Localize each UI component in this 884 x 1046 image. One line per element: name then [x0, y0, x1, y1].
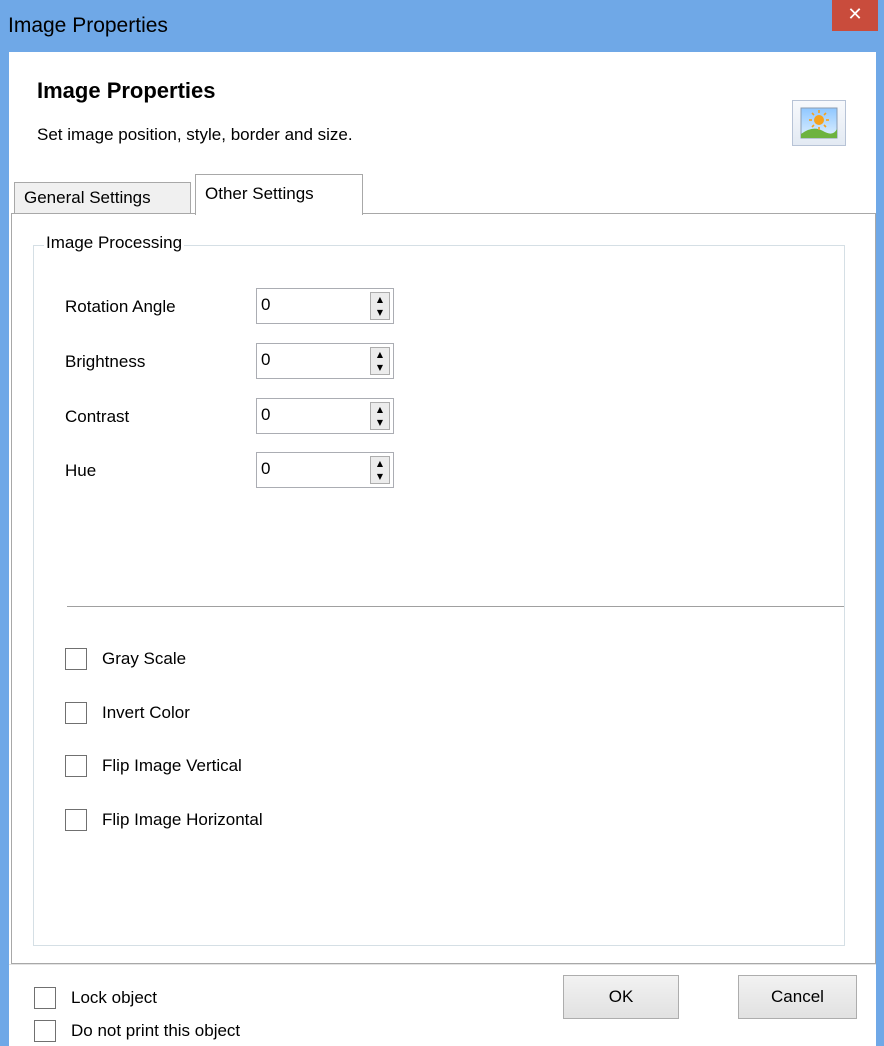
section-divider — [67, 606, 844, 607]
contrast-spinner: ▲ ▼ — [256, 398, 394, 434]
lock-object-checkbox[interactable] — [34, 987, 56, 1009]
close-icon: ✕ — [847, 4, 863, 25]
invert-color-checkbox[interactable] — [65, 702, 87, 724]
spin-down-icon[interactable]: ▼ — [371, 470, 389, 483]
contrast-input[interactable] — [261, 405, 361, 425]
tab-general-settings[interactable]: General Settings — [14, 182, 191, 214]
spinner-buttons: ▲ ▼ — [370, 456, 390, 484]
footer-separator — [9, 964, 876, 965]
spin-up-icon[interactable]: ▲ — [371, 403, 389, 416]
window-frame-left — [0, 52, 9, 1046]
rotation-angle-spinner: ▲ ▼ — [256, 288, 394, 324]
flip-horizontal-checkbox[interactable] — [65, 809, 87, 831]
picture-icon — [792, 100, 846, 146]
spin-down-icon[interactable]: ▼ — [371, 306, 389, 319]
close-button[interactable]: ✕ — [832, 0, 878, 31]
brightness-label: Brightness — [65, 352, 146, 371]
spin-up-icon[interactable]: ▲ — [371, 293, 389, 306]
do-not-print-label: Do not print this object — [71, 1021, 241, 1040]
other-settings-panel: Image Processing Rotation Angle ▲ ▼ Brig… — [11, 213, 876, 964]
spinner-buttons: ▲ ▼ — [370, 347, 390, 375]
title-bar[interactable]: Image Properties ✕ — [0, 0, 884, 52]
spin-down-icon[interactable]: ▼ — [371, 416, 389, 429]
rotation-angle-label: Rotation Angle — [65, 297, 176, 316]
spin-up-icon[interactable]: ▲ — [371, 457, 389, 470]
lock-object-label: Lock object — [71, 988, 157, 1007]
tab-strip: General Settings Other Settings — [9, 172, 876, 215]
window-frame-right — [876, 52, 884, 1046]
spin-up-icon[interactable]: ▲ — [371, 348, 389, 361]
rotation-angle-input[interactable] — [261, 295, 361, 315]
spin-down-icon[interactable]: ▼ — [371, 361, 389, 374]
hue-spinner: ▲ ▼ — [256, 452, 394, 488]
header-title: Image Properties — [37, 78, 216, 103]
hue-input[interactable] — [261, 459, 361, 479]
spinner-buttons: ▲ ▼ — [370, 292, 390, 320]
flip-vertical-label: Flip Image Vertical — [102, 756, 242, 775]
gray-scale-label: Gray Scale — [102, 649, 187, 668]
contrast-label: Contrast — [65, 407, 130, 426]
group-legend: Image Processing — [44, 233, 185, 253]
brightness-spinner: ▲ ▼ — [256, 343, 394, 379]
invert-color-label: Invert Color — [102, 703, 190, 722]
flip-horizontal-label: Flip Image Horizontal — [102, 810, 263, 829]
window-title: Image Properties — [8, 14, 168, 37]
ok-button[interactable]: OK — [563, 975, 679, 1019]
spinner-buttons: ▲ ▼ — [370, 402, 390, 430]
image-processing-group: Image Processing Rotation Angle ▲ ▼ Brig… — [33, 233, 845, 946]
dialog-header: Image Properties Set image position, sty… — [9, 52, 876, 172]
image-properties-dialog: Image Properties ✕ Image Properties Set … — [0, 0, 884, 1046]
header-subtitle: Set image position, style, border and si… — [37, 125, 353, 144]
flip-vertical-checkbox[interactable] — [65, 755, 87, 777]
brightness-input[interactable] — [261, 350, 361, 370]
do-not-print-checkbox[interactable] — [34, 1020, 56, 1042]
tab-other-settings[interactable]: Other Settings — [195, 174, 363, 215]
gray-scale-checkbox[interactable] — [65, 648, 87, 670]
cancel-button[interactable]: Cancel — [738, 975, 857, 1019]
hue-label: Hue — [65, 461, 97, 480]
